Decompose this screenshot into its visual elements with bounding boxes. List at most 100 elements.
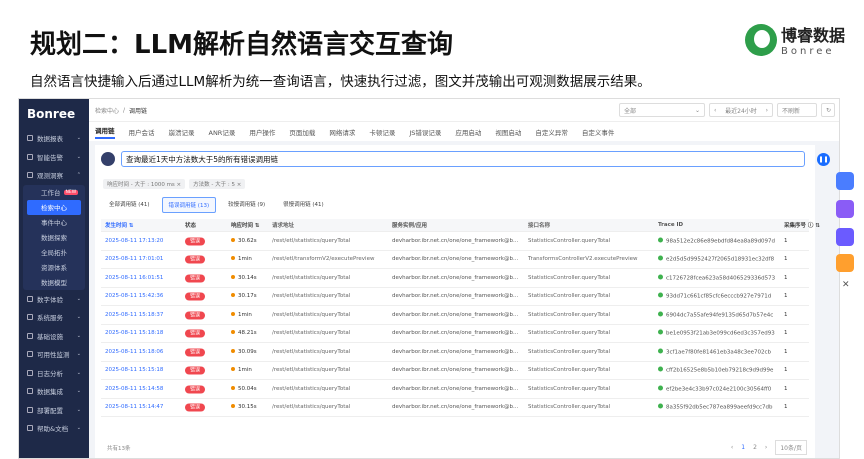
sidebar-item[interactable]: 数据报表 ⌄ — [19, 129, 89, 148]
close-icon[interactable]: ✕ — [842, 280, 850, 290]
float-doc-icon[interactable] — [836, 172, 854, 190]
cell: devharbor.ibr.net.cn/one/one_framework@b… — [392, 404, 518, 410]
cell[interactable]: 2025-08-11 15:42:36 — [105, 293, 163, 299]
cell[interactable]: 2025-08-11 15:18:37 — [105, 312, 163, 318]
tab[interactable]: 调用链 — [95, 125, 115, 139]
cell[interactable]: c1726728fcea623a58d406529336d573 — [658, 274, 775, 281]
sidebar-item[interactable]: 可用性监测 ⌄ — [19, 345, 89, 364]
next-icon[interactable]: › — [766, 107, 768, 114]
cell[interactable]: 2025-08-11 16:01:51 — [105, 275, 163, 281]
cell: devharbor.ibr.net.cn/one/one_framework@b… — [392, 238, 518, 244]
cell[interactable]: 6904dc7a55afe94fe9135d65d7b57e4c — [658, 311, 773, 318]
page-2[interactable]: 2 — [753, 444, 757, 451]
refresh-select[interactable]: 不刷新 — [777, 103, 817, 117]
refresh-button[interactable]: ↻ — [821, 103, 835, 117]
prev-page-icon[interactable]: ‹ — [731, 444, 733, 451]
page-size-select[interactable]: 10条/页 — [775, 440, 807, 455]
column-header[interactable]: 采集序号 ⓘ ⇅ — [784, 221, 820, 229]
cell[interactable]: ef2be3e4c33b97c024e2100c30564ff0 — [658, 385, 771, 392]
next-page-icon[interactable]: › — [765, 444, 767, 451]
sidebar-item[interactable]: 基础设施 ⌄ — [19, 327, 89, 346]
filter-chip[interactable]: 方法数 - 大于 : 5 × — [189, 179, 246, 189]
page-1[interactable]: 1 — [741, 444, 745, 451]
sidebar-item[interactable]: 帮助&文档 ⌄ — [19, 419, 89, 438]
subtab[interactable]: 较慢调用链 (9) — [222, 197, 271, 213]
tab[interactable]: 用户操作 — [249, 127, 275, 137]
sidebar-item[interactable]: 数字体验 ⌄ — [19, 290, 89, 309]
cell[interactable]: 8a355f92db5ec787ea899aeefd9cc7db — [658, 403, 773, 411]
cell-text: /rest/etl/statistics/queryTotal — [272, 311, 351, 318]
sidebar-subitem[interactable]: 工作台 NEW — [23, 185, 85, 200]
chevron-down-icon: ⌄ — [76, 406, 81, 413]
sidebar-subitem[interactable]: 数据探索 — [23, 230, 85, 245]
cell[interactable]: 2025-08-11 15:18:18 — [105, 330, 163, 336]
tab[interactable]: ANR记录 — [209, 127, 236, 137]
cell[interactable]: 2025-08-11 17:13:20 — [105, 238, 163, 244]
table-row[interactable]: 2025-08-11 15:14:58 错误 50.04s/rest/etl/sta… — [101, 380, 809, 399]
sidebar-item[interactable]: 系统服务 ⌄ — [19, 308, 89, 327]
filter-chip[interactable]: 响应时间 - 大于 : 1000 ms × — [103, 179, 186, 189]
subtab[interactable]: 错误调用链 (13) — [161, 197, 217, 213]
cell[interactable]: 2025-08-11 15:14:58 — [105, 386, 163, 392]
subtab[interactable]: 全部调用链 (41) — [103, 197, 156, 213]
chevron-down-icon: ⌄ — [76, 295, 81, 302]
sidebar-subitem[interactable]: 数据模型 — [23, 275, 85, 290]
column-header[interactable]: 发生时间 ⇅ — [105, 221, 134, 229]
table-row[interactable]: 2025-08-11 17:13:20 错误 30.62s/rest/etl/sta… — [101, 232, 809, 251]
cell[interactable]: cff2b16525e8b5b10eb79218c9d9d99e — [658, 366, 773, 374]
table-row[interactable]: 2025-08-11 15:18:06 错误 30.09s/rest/etl/sta… — [101, 343, 809, 362]
time-range-picker[interactable]: ‹ 最近24小时 › — [709, 103, 773, 117]
pause-button[interactable]: ❚❚ — [817, 153, 830, 166]
tab[interactable]: 页面加载 — [289, 127, 315, 137]
natural-language-query-input[interactable]: 查询最近1天中方法数大于5的所有错误调用链 — [121, 151, 805, 167]
float-music-icon[interactable] — [836, 254, 854, 272]
cell[interactable]: 93dd71c661cf85cfc6ecccb927e7971d — [658, 292, 771, 300]
cell[interactable]: 2025-08-11 15:15:18 — [105, 367, 163, 373]
cell[interactable]: e2d5d5d9952427f2065d18931ec32df8 — [658, 255, 774, 263]
table-row[interactable]: 2025-08-11 16:01:51 错误 30.14s/rest/etl/sta… — [101, 269, 809, 288]
cell[interactable]: 98a512e2c86e89ebdfd84ea8a89d097d — [658, 237, 775, 244]
subtab[interactable]: 很慢调用链 (41) — [277, 197, 330, 213]
sidebar-item[interactable]: 日志分析 ⌄ — [19, 364, 89, 383]
cell[interactable]: 3cf1ae7f80fe81461eb3a48c3ee702cb — [658, 348, 771, 355]
tab[interactable]: 网络请求 — [329, 127, 355, 137]
tab[interactable]: 视图启动 — [495, 127, 521, 137]
tab[interactable]: 应用启动 — [455, 127, 481, 137]
cell: 1 — [784, 330, 788, 336]
cell[interactable]: 2025-08-11 15:14:47 — [105, 404, 163, 410]
float-app-icon[interactable] — [836, 200, 854, 218]
cell: /rest/etl/transformV2/executePreview — [272, 256, 374, 262]
sidebar-item[interactable]: 观测洞察 ⌃ — [19, 166, 89, 185]
tab[interactable]: 崩溃记录 — [169, 127, 195, 137]
app-select[interactable]: 全部 ⌄ — [619, 103, 705, 117]
status-badge: 错误 — [185, 237, 206, 246]
sidebar-submenu: 工作台 NEW 检索中心事件中心数据探索 全局拓扑 资源体系 数据模型 — [23, 184, 85, 290]
sidebar-subitem[interactable]: 资源体系 — [23, 260, 85, 275]
chevron-icon: ⌃ — [76, 172, 81, 179]
sidebar-item[interactable]: 部署配置 ⌄ — [19, 401, 89, 420]
sidebar-item[interactable]: 智能告警 ⌄ — [19, 148, 89, 167]
sidebar-subitem-label: 事件中心 — [41, 219, 67, 227]
cell[interactable]: 2025-08-11 15:18:06 — [105, 349, 163, 355]
table-row[interactable]: 2025-08-11 15:18:37 错误 1min/rest/etl/stati… — [101, 306, 809, 325]
column-header[interactable]: 响应时间 ⇅ — [231, 221, 260, 229]
table-row[interactable]: 2025-08-11 15:42:36 错误 30.17s/rest/etl/sta… — [101, 288, 809, 306]
tab[interactable]: JS错误记录 — [409, 127, 441, 137]
float-video-icon[interactable] — [836, 228, 854, 246]
sidebar-item[interactable]: 数据集成 ⌄ — [19, 382, 89, 401]
sidebar-subitem[interactable]: 检索中心 — [27, 199, 81, 215]
table-row[interactable]: 2025-08-11 15:14:47 错误 30.15s/rest/etl/sta… — [101, 399, 809, 417]
prev-icon[interactable]: ‹ — [714, 107, 716, 114]
sidebar-subitem[interactable]: 事件中心 — [23, 215, 85, 230]
tab[interactable]: 卡顿记录 — [369, 127, 395, 137]
breadcrumb-item[interactable]: 检索中心 — [95, 106, 119, 115]
cell[interactable]: 2025-08-11 17:01:01 — [105, 256, 163, 262]
table-row[interactable]: 2025-08-11 17:01:01 错误 1min/rest/etl/trans… — [101, 251, 809, 269]
tab[interactable]: 自定义异常 — [535, 127, 568, 137]
table-row[interactable]: 2025-08-11 15:18:18 错误 48.21s/rest/etl/sta… — [101, 325, 809, 343]
table-row[interactable]: 2025-08-11 15:15:18 错误 1min/rest/etl/stati… — [101, 362, 809, 380]
cell[interactable]: be1e0953f21ab3e099cd6ed3c357ed93 — [658, 329, 775, 337]
tab[interactable]: 自定义事件 — [582, 127, 615, 137]
tab[interactable]: 用户会话 — [129, 127, 155, 137]
sidebar-subitem[interactable]: 全局拓扑 — [23, 245, 85, 260]
